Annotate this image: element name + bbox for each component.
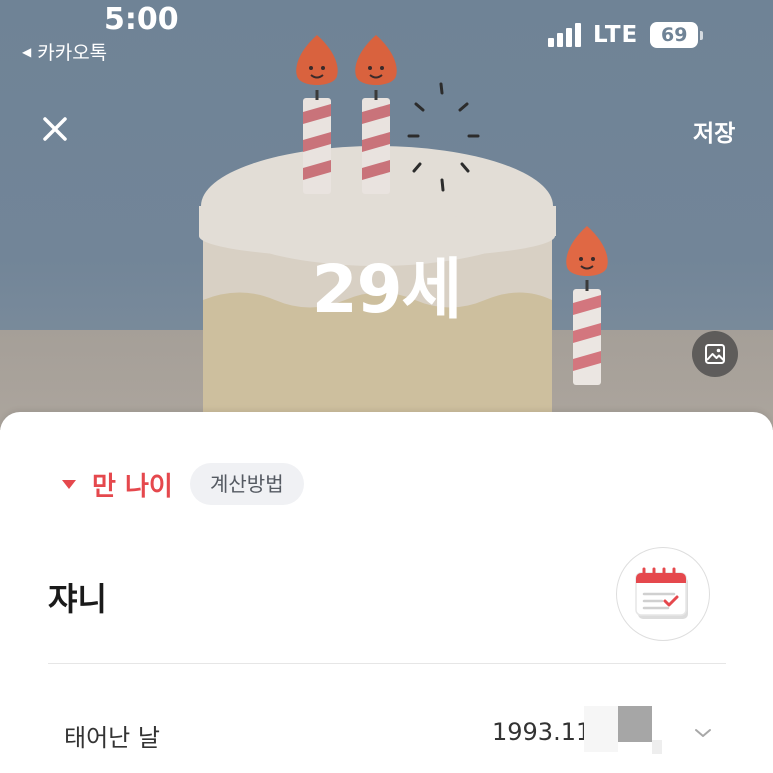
caret-down-icon bbox=[62, 480, 76, 489]
chevron-down-icon[interactable] bbox=[693, 726, 713, 740]
birthday-cake-illustration bbox=[199, 35, 608, 420]
birthdate-label: 태어난 날 bbox=[64, 724, 160, 752]
calc-method-button[interactable]: 계산방법 bbox=[190, 463, 304, 505]
divider bbox=[48, 663, 726, 664]
profile-name: 쟈니 bbox=[48, 580, 107, 618]
close-icon bbox=[43, 117, 67, 141]
redaction-block bbox=[652, 740, 662, 754]
age-type-label: 만 나이 bbox=[92, 472, 173, 502]
hero-banner: 5:00 ◀ 카카오톡 LTE 69 저장 29세 bbox=[0, 0, 773, 430]
redaction-block bbox=[618, 706, 652, 742]
age-display: 29세 bbox=[311, 251, 463, 328]
close-button[interactable] bbox=[36, 110, 74, 148]
calendar-button[interactable] bbox=[616, 547, 710, 641]
status-time: 5:00 bbox=[104, 2, 179, 37]
calendar-icon bbox=[635, 567, 688, 619]
battery-icon: 69 bbox=[650, 22, 704, 48]
save-button[interactable]: 저장 bbox=[693, 114, 735, 148]
network-label: LTE bbox=[593, 22, 639, 48]
status-indicators: LTE 69 bbox=[548, 22, 704, 48]
back-to-app-link[interactable]: ◀ 카카오톡 bbox=[22, 38, 107, 65]
signal-icon bbox=[548, 23, 581, 47]
age-type-dropdown[interactable]: 만 나이 bbox=[62, 466, 173, 503]
image-icon bbox=[705, 344, 725, 364]
birthdate-value[interactable]: 1993.11 bbox=[492, 718, 591, 746]
battery-level: 69 bbox=[650, 22, 699, 48]
change-image-button[interactable] bbox=[692, 331, 738, 377]
back-triangle-icon: ◀ bbox=[22, 44, 32, 59]
redaction-block bbox=[584, 706, 618, 752]
back-app-label: 카카오톡 bbox=[37, 42, 108, 64]
